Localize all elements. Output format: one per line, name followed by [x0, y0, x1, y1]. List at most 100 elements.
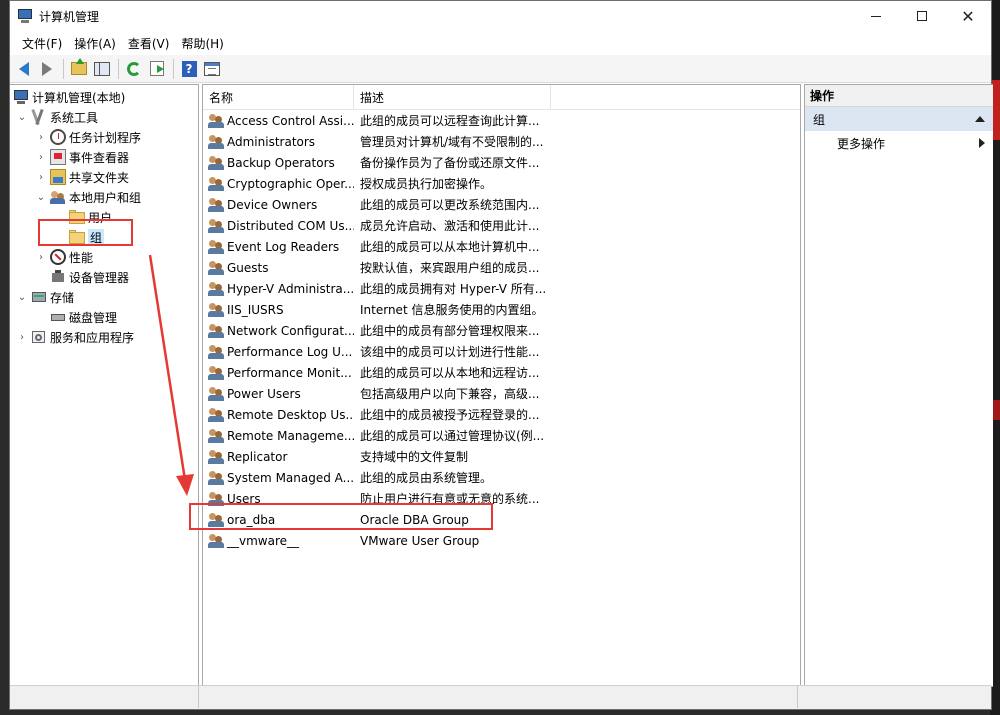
table-row[interactable]: Performance Monit... 此组的成员可以从本地和远程访... [203, 362, 800, 383]
group-name: Performance Log U... [227, 344, 353, 359]
window-title: 计算机管理 [39, 9, 100, 24]
group-name: IIS_IUSRS [227, 302, 284, 317]
tools-icon [31, 108, 47, 126]
export-list-icon [150, 61, 164, 76]
tree-item-services-apps[interactable]: › 服务和应用程序 [16, 327, 134, 347]
table-row[interactable]: IIS_IUSRS Internet 信息服务使用的内置组。 [203, 299, 800, 320]
groups-list-view: 名称 描述 Access Control Assi... 此组的成员可以远程查询此… [202, 84, 801, 687]
status-bar [10, 685, 991, 709]
chevron-right-icon[interactable]: › [35, 251, 47, 263]
menu-file[interactable]: 文件(F) [16, 35, 68, 52]
group-name: Distributed COM Us... [227, 218, 354, 233]
chevron-right-icon[interactable]: › [16, 331, 28, 343]
tree-item-label: 本地用户和组 [69, 190, 142, 205]
table-row[interactable]: Event Log Readers 此组的成员可以从本地计算机中... [203, 236, 800, 257]
group-icon [208, 176, 224, 192]
group-name: Administrators [227, 134, 316, 149]
actions-pane: 操作 组 更多操作 [804, 84, 993, 687]
table-row[interactable]: Remote Manageme... 此组的成员可以通过管理协议(例... [203, 425, 800, 446]
group-description: 此组的成员拥有对 Hyper-V 所有... [360, 282, 547, 296]
properties-icon [204, 61, 220, 76]
table-row[interactable]: Device Owners 此组的成员可以更改系统范围内... [203, 194, 800, 215]
table-row[interactable]: Hyper-V Administra... 此组的成员拥有对 Hyper-V 所有… [203, 278, 800, 299]
actions-group-section[interactable]: 组 [805, 107, 993, 131]
tree-item-performance[interactable]: › 性能 [35, 247, 93, 267]
list-header: 名称 描述 [203, 85, 800, 110]
group-name-cell: Network Configurat... [203, 323, 354, 339]
column-header-filler [551, 85, 800, 110]
tree-item-computer-management[interactable]: 计算机管理(本地) [13, 87, 125, 107]
menu-help[interactable]: 帮助(H) [175, 35, 229, 52]
group-icon [208, 197, 224, 213]
table-row[interactable]: Administrators 管理员对计算机/域有不受限制的... [203, 131, 800, 152]
group-icon [208, 344, 224, 360]
users-icon [50, 189, 66, 205]
group-name: Cryptographic Oper... [227, 176, 354, 191]
group-name: Power Users [227, 386, 301, 401]
table-row[interactable]: Performance Log U... 该组中的成员可以计划进行性能... [203, 341, 800, 362]
tree-item-device-manager[interactable]: 设备管理器 [50, 267, 129, 287]
up-folder-icon [71, 58, 87, 75]
minimize-button[interactable] [853, 1, 899, 31]
tree-item-event-viewer[interactable]: › 事件查看器 [35, 147, 129, 167]
tree-item-task-scheduler[interactable]: › 任务计划程序 [35, 127, 141, 147]
refresh-button[interactable] [123, 58, 145, 80]
group-description: 支持域中的文件复制 [360, 450, 469, 464]
close-button[interactable]: ✕ [945, 1, 991, 31]
back-button[interactable] [13, 58, 35, 80]
table-row[interactable]: Remote Desktop Us... 此组中的成员被授予远程登录的... [203, 404, 800, 425]
tree-item-disk-management[interactable]: 磁盘管理 [50, 307, 117, 327]
maximize-button[interactable] [899, 1, 945, 31]
performance-icon [50, 249, 66, 265]
group-name-cell: Replicator [203, 449, 354, 465]
menu-action[interactable]: 操作(A) [68, 35, 122, 52]
help-button[interactable]: ? [178, 58, 200, 80]
collapse-up-icon[interactable] [975, 116, 985, 122]
annotation-arrow [148, 254, 194, 496]
tree-item-label: 事件查看器 [69, 150, 130, 165]
tree-item-system-tools[interactable]: ⌄ 系统工具 [16, 107, 98, 127]
table-row[interactable]: Cryptographic Oper... 授权成员执行加密操作。 [203, 173, 800, 194]
table-row[interactable]: Guests 按默认值，来宾跟用户组的成员... [203, 257, 800, 278]
table-row[interactable]: Network Configurat... 此组中的成员有部分管理权限来... [203, 320, 800, 341]
column-header-description[interactable]: 描述 [354, 85, 551, 110]
tree-item-local-users-groups[interactable]: ⌄ 本地用户和组 [35, 187, 141, 207]
table-row[interactable]: Backup Operators 备份操作员为了备份或还原文件... [203, 152, 800, 173]
chevron-right-icon[interactable]: › [35, 131, 47, 143]
up-one-level-button[interactable] [68, 58, 90, 80]
toolbar-separator [118, 58, 119, 79]
chevron-right-icon[interactable]: › [35, 171, 47, 183]
tree-item-label: 磁盘管理 [69, 310, 118, 325]
menu-view[interactable]: 查看(V) [122, 35, 176, 52]
forward-button[interactable] [36, 58, 58, 80]
group-name: Remote Manageme... [227, 428, 354, 443]
chevron-down-icon[interactable]: ⌄ [16, 291, 28, 303]
status-cell [199, 686, 798, 708]
refresh-icon [127, 61, 141, 76]
table-row[interactable]: Power Users 包括高级用户以向下兼容，高级... [203, 383, 800, 404]
table-row[interactable]: Access Control Assi... 此组的成员可以远程查询此计算... [203, 110, 800, 131]
export-list-button[interactable] [146, 58, 168, 80]
column-header-name[interactable]: 名称 [203, 85, 354, 110]
table-row[interactable]: Distributed COM Us... 成员允许启动、激活和使用此计... [203, 215, 800, 236]
chevron-right-icon[interactable]: › [35, 151, 47, 163]
toolbar-separator [63, 58, 64, 79]
properties-button[interactable] [201, 58, 223, 80]
storage-icon [31, 289, 47, 305]
chevron-down-icon[interactable]: ⌄ [16, 111, 28, 123]
tree-item-shared-folders[interactable]: › 共享文件夹 [35, 167, 129, 187]
group-icon [208, 365, 224, 381]
chevron-down-icon[interactable]: ⌄ [35, 191, 47, 203]
table-row[interactable]: Replicator 支持域中的文件复制 [203, 446, 800, 467]
group-name: Performance Monit... [227, 365, 352, 380]
table-row[interactable]: System Managed A... 此组的成员由系统管理。 [203, 467, 800, 488]
group-name-cell: Backup Operators [203, 155, 354, 171]
show-hide-tree-button[interactable] [91, 58, 113, 80]
group-name-cell: Access Control Assi... [203, 113, 354, 129]
tree-item-storage[interactable]: ⌄ 存储 [16, 287, 74, 307]
group-description: 此组的成员可以远程查询此计算... [360, 114, 540, 128]
table-row[interactable]: __vmware__ VMware User Group [203, 530, 800, 551]
more-actions-item[interactable]: 更多操作 [805, 131, 993, 155]
tree-item-label: 系统工具 [50, 110, 99, 125]
group-name: Device Owners [227, 197, 318, 212]
